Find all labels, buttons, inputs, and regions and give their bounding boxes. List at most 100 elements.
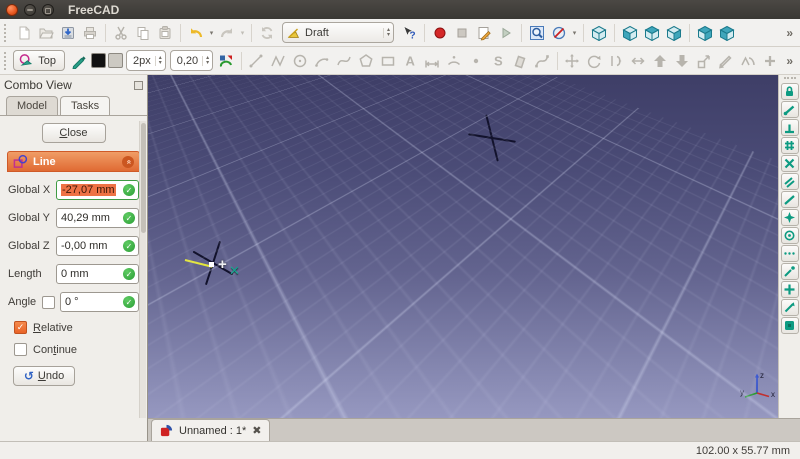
redo-dropdown-button[interactable]: ▾ [238,22,247,44]
draft-offset-button[interactable] [605,50,627,72]
draft-rectangle-button[interactable] [377,50,399,72]
draft-dimension-button[interactable] [421,50,443,72]
macro-record-button[interactable] [429,22,451,44]
undo-button[interactable] [185,22,207,44]
snap-angle-button[interactable] [781,209,799,226]
draft-edit-button[interactable] [715,50,737,72]
draft-arc3points-button[interactable] [443,50,465,72]
close-task-button[interactable]: Close [42,123,106,143]
draft-move-button[interactable] [561,50,583,72]
whats-this-button[interactable]: ? [398,22,420,44]
macro-play-button[interactable] [495,22,517,44]
draft-rotate-button[interactable] [583,50,605,72]
view-left-button[interactable] [716,22,738,44]
snap-lock-button[interactable] [781,83,799,100]
snap-grid-button[interactable] [781,137,799,154]
font-size-spinner[interactable]: ▴ ▾ [202,56,209,66]
draft-point-button[interactable] [465,50,487,72]
snap-near-button[interactable] [781,281,799,298]
draft-shapestring-button[interactable]: S [487,50,509,72]
tab-tasks[interactable]: Tasks [60,96,110,115]
collapse-task-icon[interactable]: » [122,156,134,168]
length-input[interactable]: 0 mm ✓ [56,264,139,284]
draft-bezier-button[interactable] [531,50,553,72]
view-axonometric-button[interactable] [588,22,610,44]
toolbar-grip[interactable] [4,52,6,70]
snap-dimensions-button[interactable] [781,299,799,316]
draft-text-button[interactable]: A [399,50,421,72]
line-width-spinbox[interactable]: 2px ▴ ▾ [126,50,166,71]
close-window-button[interactable] [6,4,18,16]
toolbar-overflow-button[interactable]: » [781,54,798,68]
draft-wire-to-bspline-button[interactable] [737,50,759,72]
toggle-grid-button[interactable] [781,317,799,334]
workbench-spinner[interactable]: ▴ ▾ [383,28,390,38]
angle-checkbox[interactable] [42,296,55,309]
working-plane-button[interactable]: Top [13,50,65,71]
minimize-window-button[interactable] [24,4,36,16]
draft-scale-button[interactable] [693,50,715,72]
draft-facebinder-button[interactable] [509,50,531,72]
continue-checkbox[interactable] [14,343,27,356]
snap-endpoint-button[interactable] [781,101,799,118]
open-file-button[interactable] [35,22,57,44]
document-tab[interactable]: Unnamed : 1* ✖ [151,419,270,441]
view-top-button[interactable] [641,22,663,44]
panel-float-icon[interactable] [134,81,143,90]
view-right-button[interactable] [663,22,685,44]
draft-downgrade-button[interactable] [671,50,693,72]
font-size-spinbox[interactable]: 0,20 ▴ ▾ [170,50,213,71]
relative-row[interactable]: ✓ Relative [14,321,140,334]
line-color-swatch[interactable] [91,53,106,68]
view-rear-button[interactable] [694,22,716,44]
3d-viewport[interactable]: + ✕ z x y [148,75,778,418]
undo-dropdown-button[interactable]: ▾ [207,22,216,44]
panel-scrollbar[interactable] [139,121,146,439]
scrollbar-handle[interactable] [141,123,146,233]
snap-special-button[interactable] [781,263,799,280]
toolbar-grip[interactable] [4,24,9,42]
snap-extension-button[interactable] [781,191,799,208]
draw-style-button[interactable] [548,22,570,44]
print-button[interactable] [79,22,101,44]
face-color-swatch[interactable] [108,53,123,68]
refresh-button[interactable] [256,22,278,44]
snap-midpoint-button[interactable] [781,119,799,136]
angle-input[interactable]: 0 ° ✓ [60,292,139,312]
undo-button[interactable]: ↺ Undo [13,366,75,386]
maximize-window-button[interactable] [42,4,54,16]
continue-row[interactable]: Continue [14,343,140,356]
snap-parallel-button[interactable] [781,173,799,190]
global-x-input[interactable]: -27,07 mm ✓ [56,180,139,200]
draft-trimex-button[interactable] [627,50,649,72]
relative-checkbox[interactable]: ✓ [14,321,27,334]
save-button[interactable] [57,22,79,44]
paste-button[interactable] [154,22,176,44]
draft-circle-button[interactable] [289,50,311,72]
toolbar-grip[interactable] [784,77,796,81]
draft-bspline-button[interactable] [333,50,355,72]
global-y-input[interactable]: 40,29 mm ✓ [56,208,139,228]
draft-arc-button[interactable] [311,50,333,72]
line-task-header[interactable]: Line » [7,151,140,172]
construction-mode-button[interactable] [68,50,90,72]
fit-all-button[interactable] [526,22,548,44]
snap-ortho-button[interactable] [781,245,799,262]
draft-line-button[interactable] [245,50,267,72]
draft-polygon-button[interactable] [355,50,377,72]
macro-stop-button[interactable] [451,22,473,44]
draft-wire-button[interactable] [267,50,289,72]
draw-style-dropdown-button[interactable]: ▾ [570,22,579,44]
snap-center-button[interactable] [781,227,799,244]
document-tab-close-button[interactable]: ✖ [252,424,261,437]
macro-edit-button[interactable] [473,22,495,44]
redo-button[interactable] [216,22,238,44]
apply-style-button[interactable] [215,50,237,72]
view-front-button[interactable] [619,22,641,44]
global-z-input[interactable]: -0,00 mm ✓ [56,236,139,256]
tab-model[interactable]: Model [6,96,58,115]
draft-upgrade-button[interactable] [649,50,671,72]
line-width-spinner[interactable]: ▴ ▾ [155,56,162,66]
new-file-button[interactable] [13,22,35,44]
workbench-selector[interactable]: Draft ▴ ▾ [282,22,394,43]
